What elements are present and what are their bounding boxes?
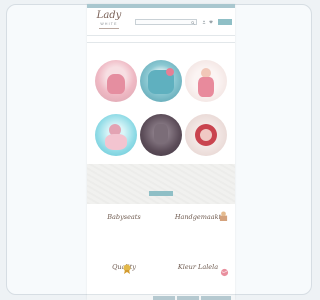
category-circle[interactable] [95,114,137,156]
cookie-button[interactable] [177,296,199,300]
search-icon[interactable] [191,21,195,25]
category-circle[interactable] [185,114,227,156]
logo-subtitle: WHITE [100,22,118,26]
cookie-button[interactable] [153,296,175,300]
main-navigation [87,35,235,43]
product-photo [166,68,174,76]
product-photo [105,134,127,150]
category-circle[interactable] [140,114,182,156]
top-strip-text [87,4,235,8]
search-input[interactable] [135,19,197,25]
site-logo[interactable]: Lady WHITE [93,10,125,32]
promo-banner [87,164,235,204]
product-photo [200,129,212,141]
website-screenshot: Lady WHITE Babyseats Handgemaakt Kleur L… [87,4,235,300]
product-photo [154,124,168,144]
feature-title: Babyseats [107,213,141,221]
banner-texture [87,164,235,204]
logo-name: Lady [96,10,122,21]
category-circle[interactable] [95,60,137,102]
product-photo [107,74,125,94]
product-photo [198,77,214,97]
yarn-icon [220,268,229,277]
feature-block: Babyseats [93,212,155,252]
ribbon-icon [123,264,131,274]
logo-divider [99,28,119,29]
category-circle[interactable] [185,60,227,102]
wishlist-icon[interactable] [209,20,213,24]
cookie-bar [87,294,235,300]
category-circle[interactable] [140,60,182,102]
banner-button[interactable] [149,191,173,196]
account-icon[interactable] [202,20,206,24]
cart-button[interactable] [218,19,232,25]
cookie-button[interactable] [201,296,231,300]
sewing-icon [219,211,228,221]
